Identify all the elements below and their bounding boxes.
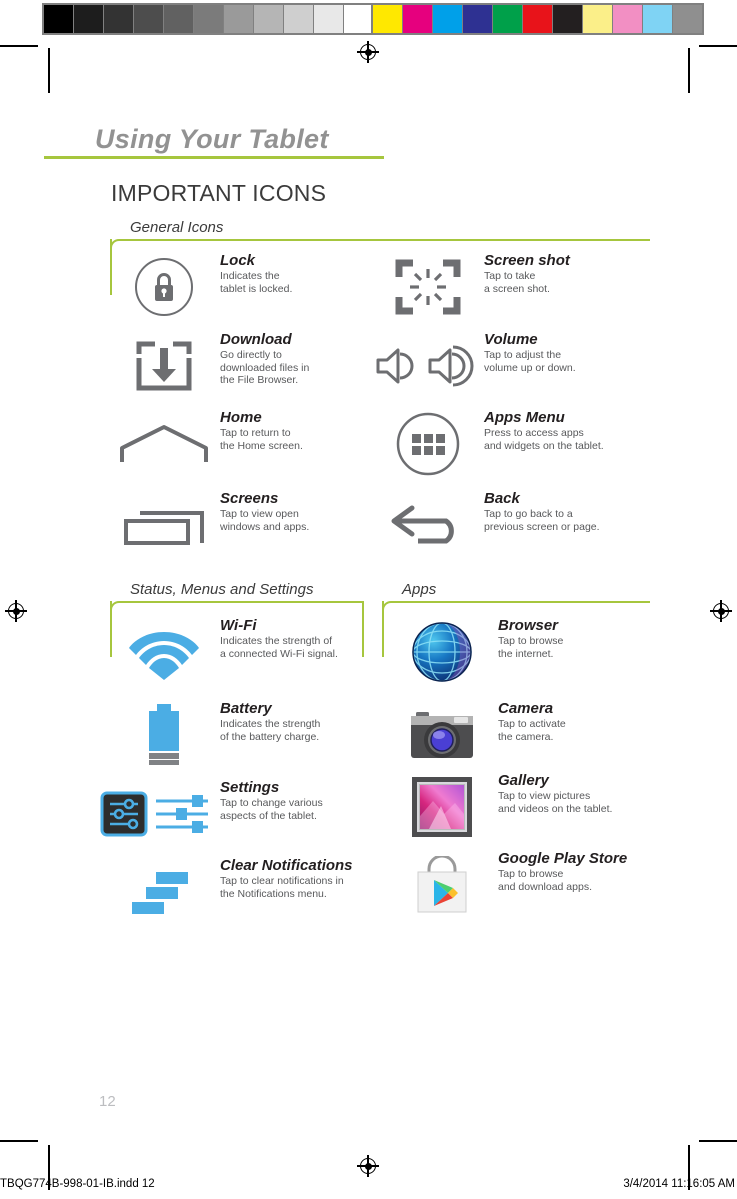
clear-notifications-icon — [116, 860, 212, 924]
group-label-status-menus-settings: Status, Menus and Settings — [130, 581, 314, 598]
icon-title: Google Play Store — [498, 850, 628, 867]
icon-title: Screen shot — [484, 252, 570, 269]
icon-desc-line: and widgets on the tablet. — [484, 439, 604, 452]
icon-title: Browser — [498, 617, 559, 634]
icon-row-screenshot-text: Screen shot Tap to take a screen shot. — [484, 252, 694, 295]
page-title: Using Your Tablet — [95, 124, 329, 154]
icon-desc-line: Tap to take — [484, 270, 536, 282]
settings-icon — [100, 782, 212, 846]
icon-row-volume-text: Volume Tap to adjust the volume up or do… — [484, 331, 694, 374]
lock-icon — [116, 255, 212, 319]
screens-icon — [116, 493, 212, 557]
icon-desc-line: Press to access apps — [484, 427, 584, 439]
icon-desc-line: Tap to view pictures — [498, 790, 591, 802]
group-bracket-apps — [382, 601, 650, 615]
back-icon — [380, 493, 476, 557]
icon-desc-line: Tap to browse — [498, 635, 564, 647]
manual-page: Using Your Tablet IMPORTANT ICONS Genera… — [0, 0, 737, 1199]
icon-desc-line: Tap to browse — [498, 868, 564, 880]
icon-desc-line: the camera. — [498, 730, 554, 743]
group-bracket-status — [110, 601, 364, 615]
icon-row-back-text: Back Tap to go back to a previous screen… — [484, 490, 734, 533]
icon-row-google-play-store-text: Google Play Store Tap to browse and down… — [498, 850, 737, 893]
page-number: 12 — [99, 1093, 116, 1110]
icon-desc-line: and download apps. — [498, 880, 592, 893]
icon-title: Volume — [484, 331, 538, 348]
icon-row-camera-text: Camera Tap to activate the camera. — [498, 700, 737, 743]
icon-desc-line: Tap to adjust the — [484, 349, 562, 361]
icon-desc-line: and videos on the tablet. — [498, 802, 613, 815]
imposition-timestamp: 3/4/2014 11:16:05 AM — [623, 1178, 735, 1190]
home-icon — [116, 412, 212, 476]
volume-icon — [372, 334, 482, 398]
browser-icon — [394, 620, 490, 684]
gallery-icon — [394, 775, 490, 839]
group-bracket-stem-apps — [382, 601, 384, 657]
icon-desc-line: previous screen or page. — [484, 520, 600, 533]
title-underline-rule — [44, 156, 384, 159]
google-play-store-icon — [394, 853, 490, 917]
wifi-icon — [116, 620, 212, 684]
icon-desc-line: Tap to activate — [498, 718, 566, 730]
imposition-filename: TBQG774B-998-01-IB.indd 12 — [0, 1178, 155, 1190]
icon-desc-line: a screen shot. — [484, 282, 550, 295]
group-bracket-general-icons — [110, 239, 650, 253]
section-heading: IMPORTANT ICONS — [111, 180, 327, 206]
battery-icon — [116, 703, 212, 767]
icon-title: Back — [484, 490, 520, 507]
screenshot-icon — [380, 255, 476, 319]
icon-desc-line: the internet. — [498, 647, 554, 660]
icon-title: Apps Menu — [484, 409, 565, 426]
group-bracket-stem-general — [110, 239, 112, 295]
icon-title: Gallery — [498, 772, 549, 789]
icon-desc-line: volume up or down. — [484, 361, 576, 374]
icon-row-apps-menu-text: Apps Menu Press to access apps and widge… — [484, 409, 734, 452]
camera-icon — [394, 703, 490, 767]
icon-row-gallery-text: Gallery Tap to view pictures and videos … — [498, 772, 737, 815]
group-label-general-icons: General Icons — [130, 219, 224, 236]
icon-title: Camera — [498, 700, 554, 717]
icon-desc-line: Tap to go back to a — [484, 508, 573, 520]
download-icon — [116, 334, 212, 398]
icon-row-browser-text: Browser Tap to browse the internet. — [498, 617, 737, 660]
group-label-apps: Apps — [402, 581, 437, 598]
group-bracket-stem-status — [110, 601, 112, 657]
apps-menu-icon — [380, 412, 476, 476]
